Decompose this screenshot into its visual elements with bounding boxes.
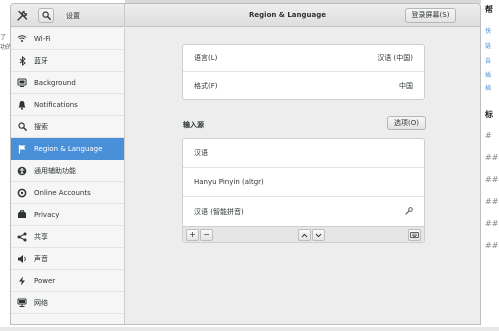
- formats-value: 中国: [399, 81, 413, 90]
- sidebar-item-region-language[interactable]: Region & Language: [11, 138, 124, 160]
- background-markdown-heading: ##: [485, 175, 499, 184]
- sidebar-item-search[interactable]: 搜索: [11, 116, 124, 138]
- background-markdown-heading: ##: [485, 197, 499, 206]
- share-icon: [17, 232, 27, 242]
- sidebar-item-label: 搜索: [34, 122, 48, 131]
- chevron-up-icon: [301, 233, 308, 237]
- sidebar-item-wifi[interactable]: Wi-Fi: [11, 28, 124, 50]
- settings-window: 设置 Region & Language 登录屏幕(S) Wi-Fi 蓝牙 Ba…: [10, 3, 481, 325]
- background-document-right: 帮 快 链 自 插 插 标 # ## ## ## ## ##: [481, 0, 499, 331]
- input-options-button[interactable]: 选项(O): [387, 116, 426, 130]
- sidebar-item-label: 声音: [34, 254, 48, 263]
- flag-icon: [17, 144, 27, 154]
- input-sources-heading: 输入源: [183, 121, 204, 129]
- network-icon: [17, 298, 27, 308]
- input-source-item[interactable]: 汉语 (智能拼音): [183, 197, 424, 226]
- sidebar-item-privacy[interactable]: Privacy: [11, 204, 124, 226]
- sidebar-item-label: 蓝牙: [34, 56, 48, 65]
- header-bar-sidebar-section: 设置: [11, 4, 125, 27]
- sound-icon: [17, 254, 27, 264]
- background-link[interactable]: 快: [485, 26, 491, 35]
- background-link[interactable]: 插: [485, 70, 491, 79]
- sidebar-item-label: 共享: [34, 232, 48, 241]
- input-source-label: 汉语: [194, 149, 208, 157]
- settings-title: 设置: [66, 12, 80, 20]
- input-source-label: 汉语 (智能拼音): [194, 207, 244, 216]
- online-accounts-icon: [17, 188, 27, 198]
- input-source-settings-icon[interactable]: [405, 206, 413, 217]
- add-input-source-button[interactable]: +: [186, 229, 199, 241]
- input-sources-toolbar: + −: [183, 226, 424, 242]
- input-sources-list: 汉语 Hanyu Pinyin (altgr) 汉语 (智能拼音) + −: [182, 138, 425, 243]
- sidebar-item-background[interactable]: Background: [11, 72, 124, 94]
- input-source-item[interactable]: Hanyu Pinyin (altgr): [183, 168, 424, 197]
- keyboard-icon: [410, 232, 419, 238]
- background-link[interactable]: 插: [485, 83, 491, 92]
- sidebar-item-label: Privacy: [34, 210, 60, 219]
- sidebar-item-label: 通用辅助功能: [34, 166, 76, 175]
- sidebar-item-label: Background: [34, 78, 76, 87]
- bluetooth-icon: [17, 55, 27, 66]
- move-up-button[interactable]: [298, 229, 311, 241]
- background-icon: [17, 78, 27, 88]
- search-button[interactable]: [38, 8, 54, 23]
- background-text: 了: [0, 34, 7, 41]
- search-icon: [17, 122, 27, 132]
- region-language-panel: 语言(L) 汉语 (中国) 格式(F) 中国 输入源 选项(O) 汉语 Hany…: [126, 28, 480, 324]
- formats-label: 格式(F): [194, 81, 218, 90]
- search-icon: [41, 11, 51, 20]
- background-markdown-heading: ##: [485, 219, 499, 228]
- background-heading: 标: [485, 110, 493, 119]
- notifications-icon: [17, 100, 27, 110]
- background-markdown-heading: ##: [485, 153, 499, 162]
- move-down-button[interactable]: [312, 229, 325, 241]
- sidebar-item-online-accounts[interactable]: Online Accounts: [11, 182, 124, 204]
- remove-input-source-button[interactable]: −: [200, 229, 213, 241]
- power-icon: [17, 276, 27, 286]
- wifi-icon: [17, 34, 27, 44]
- sidebar-item-accessibility[interactable]: 通用辅助功能: [11, 160, 124, 182]
- privacy-icon: [17, 210, 27, 220]
- sidebar: Wi-Fi 蓝牙 Background Notifications 搜索 Reg…: [11, 28, 125, 324]
- sidebar-item-notifications[interactable]: Notifications: [11, 94, 124, 116]
- header-bar: 设置 Region & Language 登录屏幕(S): [11, 4, 480, 27]
- background-bottom-strip: [0, 327, 499, 331]
- tools-icon[interactable]: [16, 9, 29, 22]
- input-source-label: Hanyu Pinyin (altgr): [194, 178, 264, 186]
- language-value: 汉语 (中国): [377, 54, 413, 62]
- background-markdown-heading: ##: [485, 241, 499, 250]
- login-screen-button[interactable]: 登录屏幕(S): [405, 8, 456, 23]
- background-link[interactable]: 自: [485, 56, 491, 65]
- region-settings-list: 语言(L) 汉语 (中国) 格式(F) 中国: [182, 44, 425, 100]
- sidebar-item-label: Notifications: [34, 100, 78, 109]
- sidebar-item-label: 网络: [34, 298, 48, 307]
- sidebar-item-bluetooth[interactable]: 蓝牙: [11, 50, 124, 72]
- sidebar-item-power[interactable]: Power: [11, 270, 124, 292]
- sidebar-item-label: Power: [34, 276, 56, 285]
- sidebar-item-label: Wi-Fi: [34, 34, 51, 43]
- background-link[interactable]: 链: [485, 41, 491, 50]
- sidebar-item-sound[interactable]: 声音: [11, 248, 124, 270]
- sidebar-item-network[interactable]: 网络: [11, 292, 124, 314]
- accessibility-icon: [17, 166, 27, 176]
- language-row[interactable]: 语言(L) 汉语 (中国): [183, 45, 424, 72]
- language-label: 语言(L): [194, 54, 218, 62]
- background-markdown-heading: #: [485, 131, 492, 140]
- sidebar-item-label: Region & Language: [34, 144, 103, 153]
- keyboard-layout-button[interactable]: [408, 229, 421, 241]
- background-heading: 帮: [485, 5, 493, 14]
- chevron-down-icon: [315, 233, 322, 237]
- formats-row[interactable]: 格式(F) 中国: [183, 72, 424, 99]
- sidebar-item-sharing[interactable]: 共享: [11, 226, 124, 248]
- sidebar-item-label: Online Accounts: [34, 188, 91, 197]
- input-source-item[interactable]: 汉语: [183, 139, 424, 168]
